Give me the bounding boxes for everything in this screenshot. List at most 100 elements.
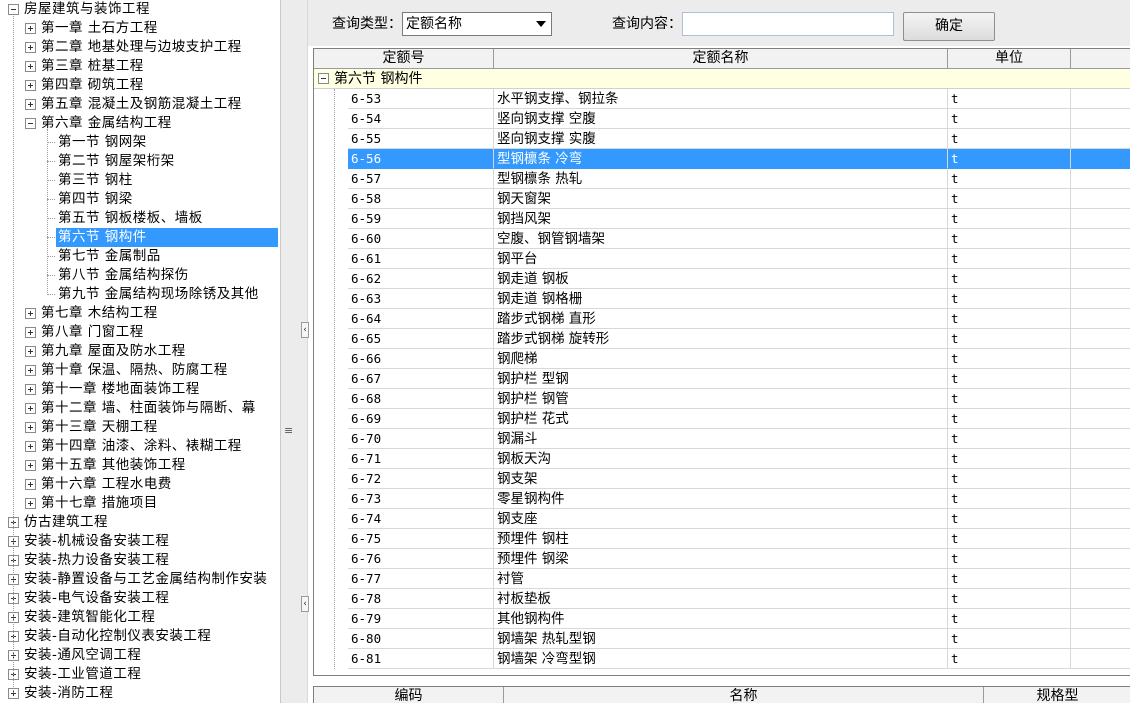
collapse-icon[interactable] (8, 4, 19, 15)
expand-icon[interactable] (25, 498, 36, 509)
expand-icon[interactable] (25, 327, 36, 338)
expand-icon[interactable] (25, 308, 36, 319)
table-row[interactable]: 6-67 钢护栏 型钢 t (314, 369, 1130, 389)
tree-root[interactable]: 安装-建筑智能化工程 (0, 608, 280, 627)
tree-chapter[interactable]: 第二章 地基处理与边坡支护工程 (0, 38, 280, 57)
collapse-left-button-2[interactable]: ‹ (301, 596, 309, 612)
column-header-code[interactable]: 定额号 (314, 49, 494, 68)
table-row[interactable]: 6-64 踏步式钢梯 直形 t (314, 309, 1130, 329)
table-row[interactable]: 6-71 钢板天沟 t (314, 449, 1130, 469)
expand-icon[interactable] (25, 441, 36, 452)
collapse-left-button[interactable]: ‹ (301, 322, 309, 338)
table-row[interactable]: 6-62 钢走道 钢板 t (314, 269, 1130, 289)
tree-chapter[interactable]: 第十五章 其他装饰工程 (0, 456, 280, 475)
expand-icon[interactable] (25, 365, 36, 376)
table-row[interactable]: 6-57 型钢檩条 热轧 t (314, 169, 1130, 189)
expand-icon[interactable] (25, 346, 36, 357)
table-row[interactable]: 6-61 钢平台 t (314, 249, 1130, 269)
column-header-extra[interactable] (1071, 49, 1130, 68)
table-row[interactable]: 6-63 钢走道 钢格栅 t (314, 289, 1130, 309)
expand-icon[interactable] (25, 384, 36, 395)
expand-icon[interactable] (25, 99, 36, 110)
table-row[interactable]: 6-66 钢爬梯 t (314, 349, 1130, 369)
table-row[interactable]: 6-80 钢墙架 热轧型钢 t (314, 629, 1130, 649)
tree-section[interactable]: 第二节 钢屋架桁架 (0, 152, 280, 171)
table-row[interactable]: 6-58 钢天窗架 t (314, 189, 1130, 209)
table-row[interactable]: 6-70 钢漏斗 t (314, 429, 1130, 449)
tree-section[interactable]: 第九节 金属结构现场除锈及其他 (0, 285, 280, 304)
query-content-input[interactable] (682, 12, 894, 36)
tree-chapter-open[interactable]: 第六章 金属结构工程 (0, 114, 280, 133)
table-row[interactable]: 6-75 预埋件 钢柱 t (314, 529, 1130, 549)
expand-icon[interactable] (25, 479, 36, 490)
table-row[interactable]: 6-81 钢墙架 冷弯型钢 t (314, 649, 1130, 669)
tree-chapter[interactable]: 第十三章 天棚工程 (0, 418, 280, 437)
tree-root[interactable]: 安装-消防工程 (0, 684, 280, 703)
table-row[interactable]: 6-56 型钢檩条 冷弯 t (314, 149, 1130, 169)
table-row[interactable]: 6-54 竖向钢支撑 空腹 t (314, 109, 1130, 129)
table-row[interactable]: 6-74 钢支座 t (314, 509, 1130, 529)
tree-root[interactable]: 安装-静置设备与工艺金属结构制作安装 (0, 570, 280, 589)
collapse-icon[interactable] (318, 73, 329, 84)
collapse-icon[interactable] (25, 118, 36, 129)
tree-root[interactable]: 安装-电气设备安装工程 (0, 589, 280, 608)
table-row[interactable]: 6-60 空腹、钢管钢墙架 t (314, 229, 1130, 249)
table-row[interactable]: 6-65 踏步式钢梯 旋转形 t (314, 329, 1130, 349)
tree-section[interactable]: 第五节 钢板楼板、墙板 (0, 209, 280, 228)
tree-chapter[interactable]: 第七章 木结构工程 (0, 304, 280, 323)
column-header-name[interactable]: 定额名称 (494, 49, 948, 68)
expand-icon[interactable] (25, 460, 36, 471)
tree-chapter[interactable]: 第十六章 工程水电费 (0, 475, 280, 494)
table-row[interactable]: 6-77 衬管 t (314, 569, 1130, 589)
tree-root[interactable]: 安装-自动化控制仪表安装工程 (0, 627, 280, 646)
table-row[interactable]: 6-68 钢护栏 钢管 t (314, 389, 1130, 409)
query-type-select[interactable]: 定额名称 (402, 12, 552, 36)
project-tree[interactable]: 房屋建筑与装饰工程 第一章 土石方工程 第二章 地基处理与边坡支护工程 第三章 桩基工… (0, 0, 280, 703)
quota-grid[interactable]: 定额号 定额名称 单位 第六节 钢构件 6-53 水平钢支撑、钢拉条 t 6-54 竖向… (313, 48, 1130, 676)
table-row[interactable]: 6-72 钢支架 t (314, 469, 1130, 489)
tree-section[interactable]: 第三节 钢柱 (0, 171, 280, 190)
table-row[interactable]: 6-76 预埋件 钢梁 t (314, 549, 1130, 569)
splitter[interactable]: ‹ ≡ ‹ (280, 0, 309, 703)
column-header-material-spec[interactable]: 规格型 (984, 687, 1130, 703)
tree-chapter[interactable]: 第十章 保温、隔热、防腐工程 (0, 361, 280, 380)
tree-root[interactable]: 安装-热力设备安装工程 (0, 551, 280, 570)
tree-section[interactable]: 第六节 钢构件 (0, 228, 280, 247)
tree-chapter[interactable]: 第三章 桩基工程 (0, 57, 280, 76)
table-row[interactable]: 6-55 竖向钢支撑 实腹 t (314, 129, 1130, 149)
material-grid[interactable]: 编码 名称 规格型 (313, 686, 1130, 703)
expand-icon[interactable] (25, 42, 36, 53)
column-header-unit[interactable]: 单位 (948, 49, 1071, 68)
table-row[interactable]: 6-73 零星钢构件 t (314, 489, 1130, 509)
tree-chapter[interactable]: 第四章 砌筑工程 (0, 76, 280, 95)
tree-root[interactable]: 安装-通风空调工程 (0, 646, 280, 665)
expand-icon[interactable] (25, 23, 36, 34)
tree-section[interactable]: 第四节 钢梁 (0, 190, 280, 209)
table-row[interactable]: 6-79 其他钢构件 t (314, 609, 1130, 629)
tree-chapter[interactable]: 第一章 土石方工程 (0, 19, 280, 38)
tree-root[interactable]: 仿古建筑工程 (0, 513, 280, 532)
column-header-material-code[interactable]: 编码 (314, 687, 504, 703)
expand-icon[interactable] (25, 80, 36, 91)
tree-chapter[interactable]: 第八章 门窗工程 (0, 323, 280, 342)
tree-section[interactable]: 第七节 金属制品 (0, 247, 280, 266)
tree-chapter[interactable]: 第十二章 墙、柱面装饰与隔断、幕 (0, 399, 280, 418)
table-row[interactable]: 6-59 钢挡风架 t (314, 209, 1130, 229)
chevron-down-icon[interactable] (536, 21, 546, 27)
expand-icon[interactable] (25, 403, 36, 414)
table-row[interactable]: 6-69 钢护栏 花式 t (314, 409, 1130, 429)
tree-chapter[interactable]: 第五章 混凝土及钢筋混凝土工程 (0, 95, 280, 114)
expand-icon[interactable] (25, 61, 36, 72)
expand-icon[interactable] (25, 422, 36, 433)
column-header-material-name[interactable]: 名称 (504, 687, 984, 703)
tree-root-building[interactable]: 房屋建筑与装饰工程 (0, 0, 280, 19)
tree-root[interactable]: 安装-机械设备安装工程 (0, 532, 280, 551)
tree-root[interactable]: 安装-工业管道工程 (0, 665, 280, 684)
confirm-button[interactable]: 确定 (903, 12, 995, 41)
table-row[interactable]: 6-53 水平钢支撑、钢拉条 t (314, 89, 1130, 109)
table-row[interactable]: 6-78 衬板垫板 t (314, 589, 1130, 609)
tree-chapter[interactable]: 第十七章 措施项目 (0, 494, 280, 513)
tree-chapter[interactable]: 第十四章 油漆、涂料、裱糊工程 (0, 437, 280, 456)
tree-section[interactable]: 第八节 金属结构探伤 (0, 266, 280, 285)
tree-chapter[interactable]: 第九章 屋面及防水工程 (0, 342, 280, 361)
